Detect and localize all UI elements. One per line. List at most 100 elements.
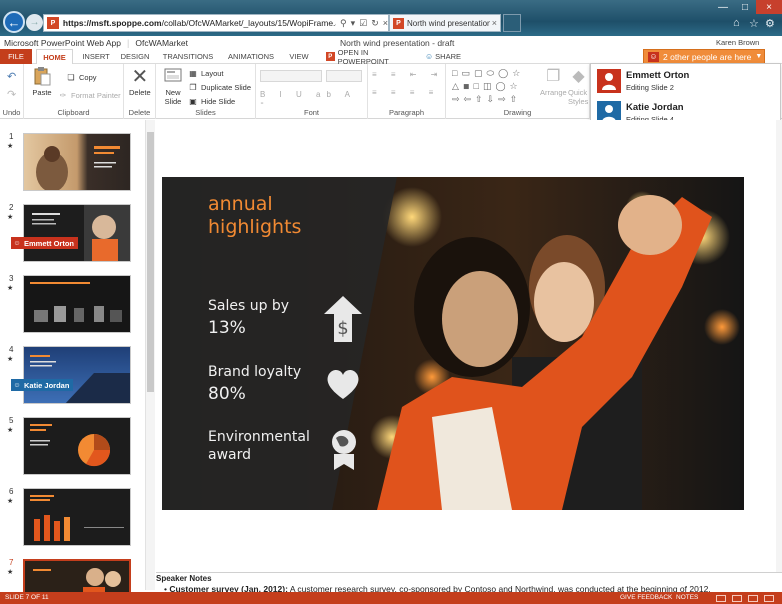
forward-button[interactable]: → <box>26 14 43 31</box>
open-in-powerpoint-button[interactable]: P OPEN IN POWERPOINT <box>326 48 418 66</box>
drawing-group-label: Drawing <box>503 108 532 117</box>
redo-icon[interactable]: ↷ <box>7 88 16 101</box>
slide-count: SLIDE 7 OF 11 <box>5 594 49 601</box>
paste-button[interactable]: Paste <box>32 66 52 97</box>
close-window-icon[interactable]: × <box>756 0 782 14</box>
collaborator-name: Emmett Orton <box>626 70 690 81</box>
document-title: North wind presentation - draft <box>340 37 455 48</box>
tab-insert[interactable]: INSERT <box>78 49 114 64</box>
slide-title[interactable]: annual highlights <box>208 193 301 239</box>
current-slide[interactable]: annual highlights Sales up by 13% Brand … <box>162 177 744 510</box>
stat-label-line: award <box>208 447 252 463</box>
give-feedback-link[interactable]: GIVE FEEDBACK <box>620 594 672 601</box>
layout-button[interactable]: ▦ Layout <box>188 68 223 78</box>
undo-icon[interactable]: ↶ <box>7 70 16 83</box>
slide-number: 2 <box>9 203 14 212</box>
paintbrush-icon: ✑ <box>59 90 67 100</box>
slideshow-icon[interactable] <box>748 595 758 602</box>
tab-animations[interactable]: ANIMATIONS <box>224 49 278 64</box>
svg-text:$: $ <box>337 318 348 339</box>
person-icon: ☺ <box>13 239 21 247</box>
browser-tab[interactable]: P North wind presentation - ... × <box>389 14 501 32</box>
tab-transitions[interactable]: TRANSITIONS <box>160 49 216 64</box>
transition-icon: ★ <box>7 214 14 221</box>
people-icon: ☺ <box>648 51 659 62</box>
align-buttons[interactable]: ≡ ≡ ≡ ≡ <box>372 88 439 97</box>
arrange-button[interactable]: ❐ Arrange <box>540 66 567 97</box>
back-button[interactable]: ← <box>3 11 25 33</box>
delete-button[interactable]: ✕ Delete <box>129 66 151 98</box>
stat-label-environmental[interactable]: Environmental award <box>208 428 310 464</box>
maximize-icon[interactable]: □ <box>734 0 756 14</box>
list-buttons[interactable]: ≡ ≡ ⇤ ⇥ <box>372 70 443 79</box>
editing-badge: ☺ Emmett Orton <box>11 237 79 249</box>
quick-styles-icon: ◆ <box>572 68 585 85</box>
person-avatar-icon <box>597 69 621 93</box>
people-here-button[interactable]: ☺ 2 other people are here ▼ <box>643 49 765 64</box>
copy-button[interactable]: ❏ Copy <box>66 72 96 82</box>
new-slide-button[interactable]: New Slide <box>161 66 185 106</box>
hide-slide-button[interactable]: ▣ Hide Slide <box>188 96 235 106</box>
slide-thumbnail[interactable]: 1 ★ <box>0 120 145 191</box>
hide-slide-icon: ▣ <box>189 96 197 106</box>
heart-icon <box>327 369 359 399</box>
reading-view-icon[interactable] <box>732 595 742 602</box>
tab-file[interactable]: FILE <box>0 49 32 64</box>
minimize-icon[interactable]: — <box>712 0 734 14</box>
font-format-buttons[interactable]: B I U ab A ⁃ <box>260 90 367 108</box>
dropdown-icon[interactable]: ▾ <box>351 18 356 29</box>
lock-icon[interactable]: ☑ <box>359 18 367 29</box>
slide-preview <box>23 417 131 475</box>
speaker-notes-pane[interactable]: Speaker Notes • Customer survey (Jan. 20… <box>156 572 782 594</box>
undo-group: ↶ ↷ Undo <box>0 64 24 119</box>
duplicate-slide-button[interactable]: ❐ Duplicate Slide <box>188 82 251 92</box>
canvas-scrollbar[interactable] <box>776 120 782 572</box>
gear-icon[interactable]: ⚙ <box>765 17 775 30</box>
home-icon[interactable]: ⌂ <box>733 17 740 29</box>
format-painter-button[interactable]: ✑ Format Painter <box>58 90 121 100</box>
tab-view[interactable]: VIEW <box>286 49 312 64</box>
stat-label-sales[interactable]: Sales up by <box>208 297 289 315</box>
normal-view-icon[interactable] <box>716 595 726 602</box>
stop-icon[interactable]: × <box>383 18 388 28</box>
notes-toggle-button[interactable]: NOTES <box>676 594 698 601</box>
favorites-star-icon[interactable]: ☆ <box>749 17 759 30</box>
scrollbar-thumb[interactable] <box>147 132 154 392</box>
slide-thumbnail[interactable]: 5 ★ <box>0 404 145 475</box>
stat-value-loyalty[interactable]: 80% <box>208 384 246 404</box>
zoom-icon[interactable] <box>764 595 774 602</box>
transition-icon: ★ <box>7 569 14 576</box>
stat-label-loyalty[interactable]: Brand loyalty <box>208 363 301 381</box>
search-icon[interactable]: ⚲ <box>340 18 347 29</box>
stat-value-sales[interactable]: 13% <box>208 318 246 338</box>
new-tab-button[interactable] <box>503 14 521 32</box>
app-name[interactable]: Microsoft PowerPoint Web App <box>4 38 121 48</box>
share-button[interactable]: ☺ SHARE <box>424 49 462 64</box>
font-name-field[interactable] <box>260 70 322 82</box>
thumbnail-scrollbar[interactable] <box>145 120 155 590</box>
clipboard-group: Paste ❏ Copy ✑ Format Painter Clipboard <box>24 64 124 119</box>
slide-thumbnail[interactable]: 3 ★ <box>0 262 145 333</box>
collaborator-item[interactable]: Emmett Orton Editing Slide 2 <box>597 69 689 93</box>
address-bar[interactable]: P https://msft.spoppe.com/collab/OfcWAMa… <box>43 14 389 32</box>
tab-design[interactable]: DESIGN <box>118 49 152 64</box>
font-size-field[interactable] <box>326 70 362 82</box>
slides-group-label: Slides <box>195 108 216 117</box>
site-name-link[interactable]: OfcWAMarket <box>135 38 188 48</box>
quick-styles-button[interactable]: ◆ Quick Styles <box>568 66 589 106</box>
site-favicon-icon: P <box>47 17 59 29</box>
user-name[interactable]: Karen Brown <box>716 38 759 47</box>
tab-close-icon[interactable]: × <box>492 18 497 28</box>
shapes-gallery[interactable]: □▭▢⬭◯☆ △◾□◫◯☆ ⇨⇦⇧⇩⇨⇧ <box>452 67 542 106</box>
slide-thumbnail[interactable]: 4 ★ ☺ Katie Jordan <box>0 333 145 404</box>
slide-thumbnail[interactable]: 6 ★ <box>0 475 145 546</box>
url-text[interactable]: https://msft.spoppe.com/collab/OfcWAMark… <box>63 18 336 28</box>
new-slide-icon <box>163 66 183 86</box>
stat-label-line: Environmental <box>208 429 310 445</box>
share-label: SHARE <box>435 52 461 61</box>
slide-thumbnail[interactable]: 2 ★ ☺ Emmett Orton <box>0 191 145 262</box>
refresh-icon[interactable]: ↻ <box>371 18 379 29</box>
tab-home[interactable]: HOME <box>36 49 73 65</box>
slide-number: 5 <box>9 416 14 425</box>
delete-group-label: Delete <box>128 108 151 117</box>
